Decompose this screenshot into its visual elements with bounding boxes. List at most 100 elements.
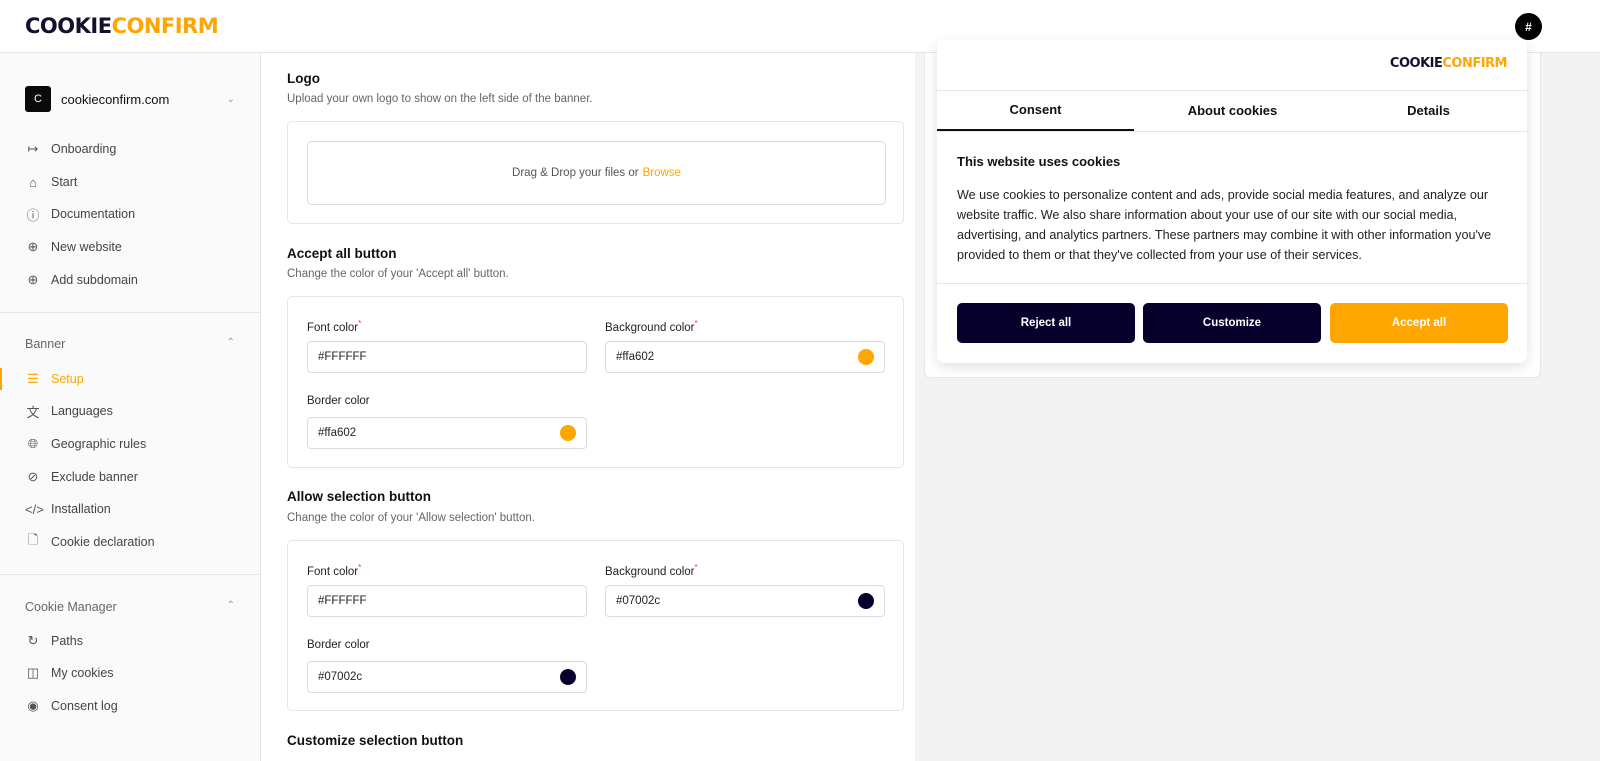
label: New website [51, 240, 122, 254]
file-dropzone[interactable]: Drag & Drop your files or Browse [307, 141, 886, 205]
sidebar-item-installation[interactable]: </> Installation [25, 499, 235, 519]
eye-off-icon: ⊘ [27, 469, 39, 484]
label-text: Font color [307, 321, 359, 334]
label: Consent log [51, 699, 118, 713]
label: My cookies [51, 666, 114, 680]
field-label: Border color [307, 639, 370, 651]
allow-selection-card: Font color* #FFFFFF Background color* #0… [287, 540, 904, 711]
section-description: Change the color of your 'Allow selectio… [287, 512, 535, 524]
database-icon: ◫ [26, 665, 40, 680]
field-label: Background color* [605, 319, 698, 334]
app-logo[interactable]: COOKIECONFIRM [25, 14, 219, 38]
code-icon: </> [25, 501, 44, 517]
field-label: Border color [307, 395, 370, 407]
value: #ffa602 [318, 427, 357, 439]
label: Paths [51, 634, 83, 648]
allow-border-color-input[interactable]: #07002c [307, 661, 587, 693]
banner-logo: COOKIECONFIRM [1389, 56, 1508, 71]
section-banner-toggle[interactable]: Banner ⌃ [25, 337, 235, 351]
translate-icon: 文 [26, 404, 40, 420]
sidebar-item-start[interactable]: ⌂ Start [25, 172, 235, 192]
allow-font-color-input[interactable]: #FFFFFF [307, 585, 587, 617]
browse-link[interactable]: Browse [643, 167, 681, 179]
globe-icon: 🌐︎ [27, 436, 39, 451]
website-selector[interactable]: C cookieconfirm.com ⌄ [25, 86, 235, 112]
value: #07002c [616, 595, 661, 607]
logo-part: COOKIE [25, 14, 112, 38]
reject-all-button[interactable]: Reject all [957, 303, 1135, 343]
plus-circle-icon: ⊕ [27, 272, 39, 287]
site-name: cookieconfirm.com [61, 91, 170, 107]
label: Setup [51, 372, 84, 386]
cookie-banner-preview: COOKIECONFIRM Consent About cookies Deta… [937, 40, 1527, 363]
label: Installation [51, 502, 111, 516]
eye-icon: ◉ [27, 698, 39, 713]
sidebar-item-languages[interactable]: 文 Languages [25, 401, 235, 421]
section-title: Customize selection button [287, 733, 464, 748]
sidebar-item-my-cookies[interactable]: ◫ My cookies [25, 663, 235, 683]
sidebar-item-documentation[interactable]: ⓘ Documentation [25, 204, 235, 224]
label: Exclude banner [51, 470, 138, 484]
label: Start [51, 175, 78, 189]
divider [0, 574, 260, 575]
tab-consent[interactable]: Consent [937, 90, 1134, 131]
label: Documentation [51, 207, 136, 221]
section-title: Logo [287, 71, 320, 86]
sidebar-item-geographic-rules[interactable]: 🌐︎ Geographic rules [25, 434, 235, 454]
accept-border-color-input[interactable]: #ffa602 [307, 417, 587, 449]
banner-title: This website uses cookies [957, 154, 1121, 169]
accept-all-card: Font color* #FFFFFF Background color* #f… [287, 296, 904, 468]
accept-font-color-input[interactable]: #FFFFFF [307, 341, 587, 373]
sidebar-item-onboarding[interactable]: ↦ Onboarding [25, 139, 235, 159]
section-title: Banner [25, 337, 66, 351]
value: #ffa602 [616, 351, 655, 363]
value: #07002c [318, 671, 363, 683]
divider [937, 283, 1527, 284]
label: Add subdomain [51, 273, 138, 287]
sidebar: C cookieconfirm.com ⌄ ↦ Onboarding ⌂ Start… [0, 53, 261, 761]
sidebar-item-setup[interactable]: ☰ Setup [25, 369, 235, 389]
customize-button[interactable]: Customize [1143, 303, 1321, 343]
chevron-up-icon: ⌃ [226, 600, 235, 611]
sidebar-item-add-subdomain[interactable]: ⊕ Add subdomain [25, 270, 235, 290]
dropzone-text: Drag & Drop your files or [512, 167, 639, 179]
sliders-icon: ☰ [27, 371, 39, 386]
info-icon: ⓘ [26, 207, 40, 223]
sidebar-item-new-website[interactable]: ⊕ New website [25, 237, 235, 257]
sidebar-item-consent-log[interactable]: ◉ Consent log [25, 696, 235, 716]
label: Geographic rules [51, 437, 147, 451]
logo-part: CONFIRM [111, 14, 219, 38]
section-description: Change the color of your 'Accept all' bu… [287, 268, 509, 280]
chevron-up-icon: ⌃ [226, 337, 235, 348]
section-title: Allow selection button [287, 489, 431, 504]
field-label: Font color* [307, 319, 362, 334]
refresh-icon: ↻ [27, 633, 39, 648]
allow-bg-color-input[interactable]: #07002c [605, 585, 885, 617]
label-text: Background color [605, 565, 695, 578]
logo-part: COOKIE [1389, 56, 1443, 71]
color-swatch[interactable] [560, 425, 576, 441]
color-swatch[interactable] [858, 349, 874, 365]
section-cookie-manager-toggle[interactable]: Cookie Manager ⌃ [25, 600, 235, 614]
sidebar-item-cookie-declaration[interactable]: 🗋︎ Cookie declaration [25, 532, 235, 552]
section-title: Accept all button [287, 246, 397, 261]
user-avatar[interactable]: # [1515, 13, 1542, 40]
site-initial: C [25, 86, 51, 112]
color-swatch[interactable] [858, 593, 874, 609]
divider [0, 312, 260, 313]
field-label: Background color* [605, 563, 698, 578]
logo-upload-card: Drag & Drop your files or Browse [287, 121, 904, 224]
tab-details[interactable]: Details [1330, 90, 1527, 131]
tab-about-cookies[interactable]: About cookies [1134, 90, 1331, 131]
field-label: Font color* [307, 563, 362, 578]
label-text: Font color [307, 565, 359, 578]
sidebar-item-exclude-banner[interactable]: ⊘ Exclude banner [25, 467, 235, 487]
document-icon: 🗋︎ [27, 532, 39, 547]
sign-in-icon: ↦ [27, 141, 39, 156]
section-title: Cookie Manager [25, 600, 117, 614]
accept-all-button[interactable]: Accept all [1330, 303, 1508, 343]
accept-bg-color-input[interactable]: #ffa602 [605, 341, 885, 373]
color-swatch[interactable] [560, 669, 576, 685]
logo-part: CONFIRM [1442, 56, 1507, 71]
sidebar-item-paths[interactable]: ↻ Paths [25, 631, 235, 651]
